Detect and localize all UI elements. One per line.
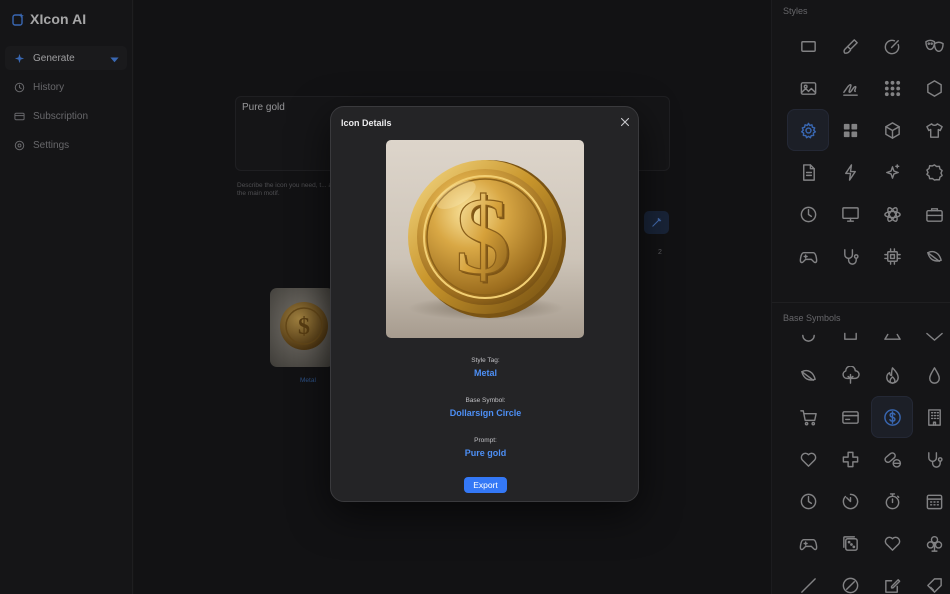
dialog-title: Icon Details (341, 118, 392, 128)
close-icon[interactable] (620, 117, 630, 127)
prompt-label: Prompt: (474, 437, 497, 444)
base-symbol-label: Base Symbol: (465, 397, 506, 404)
base-symbol-value: Dollarsign Circle (449, 408, 522, 418)
export-button[interactable]: Export (464, 477, 507, 493)
generated-icon-image: $ $ (386, 140, 584, 338)
icon-details-dialog: Icon Details $ $ Style Tag: Metal Base S… (330, 106, 639, 502)
prompt-value: Pure gold (464, 448, 507, 458)
style-tag-value: Metal (473, 368, 497, 378)
gold-coin-image: $ $ (386, 140, 584, 338)
style-tag-label: Style Tag: (471, 357, 500, 364)
